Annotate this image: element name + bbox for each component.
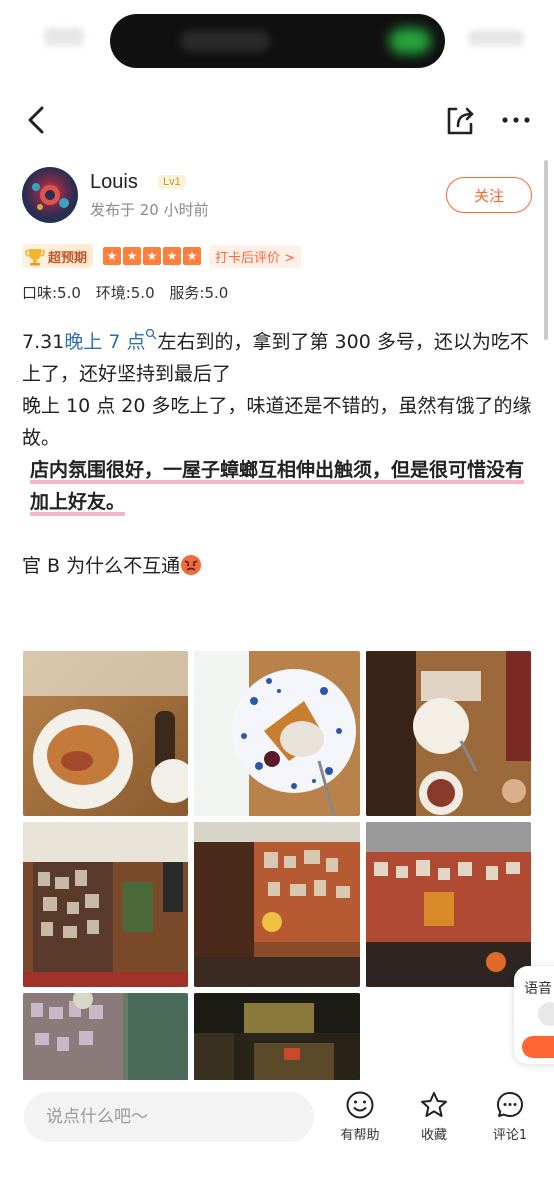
back-button[interactable] [18, 100, 58, 140]
share-button[interactable] [440, 100, 480, 140]
expect-tag: 超预期 [22, 244, 94, 268]
angry-emoji-icon [181, 555, 202, 575]
island-indicator [389, 28, 431, 54]
favorite-label: 收藏 [420, 1128, 447, 1143]
photo-food-noodles[interactable] [23, 651, 188, 816]
scrollbar[interactable] [544, 160, 548, 340]
star-outline-icon [421, 1092, 447, 1117]
post-paragraph-4: 官 B 为什么不互通 [22, 550, 532, 582]
helpful-face-icon [346, 1091, 374, 1119]
comment-input[interactable] [24, 1092, 314, 1142]
trophy-icon [25, 249, 45, 266]
post-text-4: 官 B 为什么不互通 [22, 555, 181, 577]
status-bar [0, 0, 554, 80]
photo-wall-stickers-1[interactable] [23, 822, 188, 987]
dynamic-island [110, 14, 445, 68]
star-icon: ★ [103, 247, 122, 265]
photo-wall-stickers-3[interactable] [366, 822, 531, 987]
score-service: 服务:5.0 [169, 284, 229, 302]
comment-label: 评论1 [492, 1128, 528, 1143]
helpful-label: 有帮助 [340, 1128, 380, 1143]
favorite-button[interactable]: 收藏 [404, 1090, 464, 1143]
voice-avatar-icon [538, 1002, 554, 1026]
island-activity-blurred [180, 30, 270, 52]
photo-table-plates[interactable] [366, 651, 531, 816]
photo-wall-stickers-2[interactable] [194, 822, 360, 987]
more-button[interactable] [496, 100, 536, 140]
star-icon: ★ [163, 247, 182, 265]
author-row: Louis Lv1 发布于 20 小时前 关注 [22, 165, 538, 227]
more-dots-icon [502, 117, 530, 123]
nav-bar [0, 90, 554, 150]
photo-street-night[interactable] [194, 993, 360, 1081]
voice-play-button[interactable] [522, 1036, 554, 1058]
voice-float[interactable]: 语音 [514, 966, 554, 1064]
expect-label: 超预期 [48, 250, 88, 266]
post-paragraph-3: 店内氛围很好，一屋子蟑螂互相伸出触须，但是很可惜没有加上好友。 [30, 459, 525, 513]
comment-button[interactable]: 评论1 [480, 1090, 540, 1143]
status-icons-blurred [468, 30, 524, 46]
search-icon [146, 328, 157, 340]
post-date: 7.31 [22, 331, 65, 353]
comment-bubble-icon [497, 1092, 523, 1117]
post-paragraph-2: 晚上 10 点 20 多吃上了，味道还是不错的，虽然有饿了的缘故。 [22, 395, 532, 449]
post-paragraph-1: 7.31晚上 7 点左右到的，拿到了第 300 多号，还以为吃不上了，还好坚持到… [22, 326, 532, 390]
star-rating: ★ ★ ★ ★ ★ [103, 247, 202, 265]
star-icon: ★ [123, 247, 142, 265]
rating-row: 超预期 ★ ★ ★ ★ ★ 打卡后评价 > [22, 243, 538, 269]
helpful-button[interactable]: 有帮助 [330, 1090, 390, 1143]
photo-grid [23, 651, 531, 1081]
photo-food-dessert[interactable] [194, 651, 360, 816]
voice-label: 语音 [524, 981, 552, 997]
time-link[interactable]: 晚上 7 点 [64, 331, 145, 353]
avatar-image [32, 183, 69, 210]
author-name[interactable]: Louis [90, 171, 138, 194]
sub-scores: 口味:5.0 环境:5.0 服务:5.0 [22, 282, 238, 303]
level-badge: Lv1 [158, 175, 186, 189]
photo-wall-stickers-4[interactable] [23, 993, 188, 1081]
score-environment: 环境:5.0 [95, 284, 155, 302]
score-taste: 口味:5.0 [22, 284, 81, 302]
bottom-bar: 有帮助 收藏 评论1 [0, 1080, 554, 1200]
checkin-review-link[interactable]: 打卡后评价 > [209, 244, 302, 268]
chevron-left-icon [28, 106, 44, 134]
share-icon [447, 107, 474, 135]
star-icon: ★ [143, 247, 162, 265]
post-body: 7.31晚上 7 点左右到的，拿到了第 300 多号，还以为吃不上了，还好坚持到… [22, 326, 532, 582]
avatar[interactable] [22, 167, 78, 223]
post-time: 发布于 20 小时前 [90, 201, 209, 219]
star-icon: ★ [183, 247, 202, 265]
status-time-blurred [44, 28, 84, 46]
follow-button[interactable]: 关注 [446, 177, 532, 213]
